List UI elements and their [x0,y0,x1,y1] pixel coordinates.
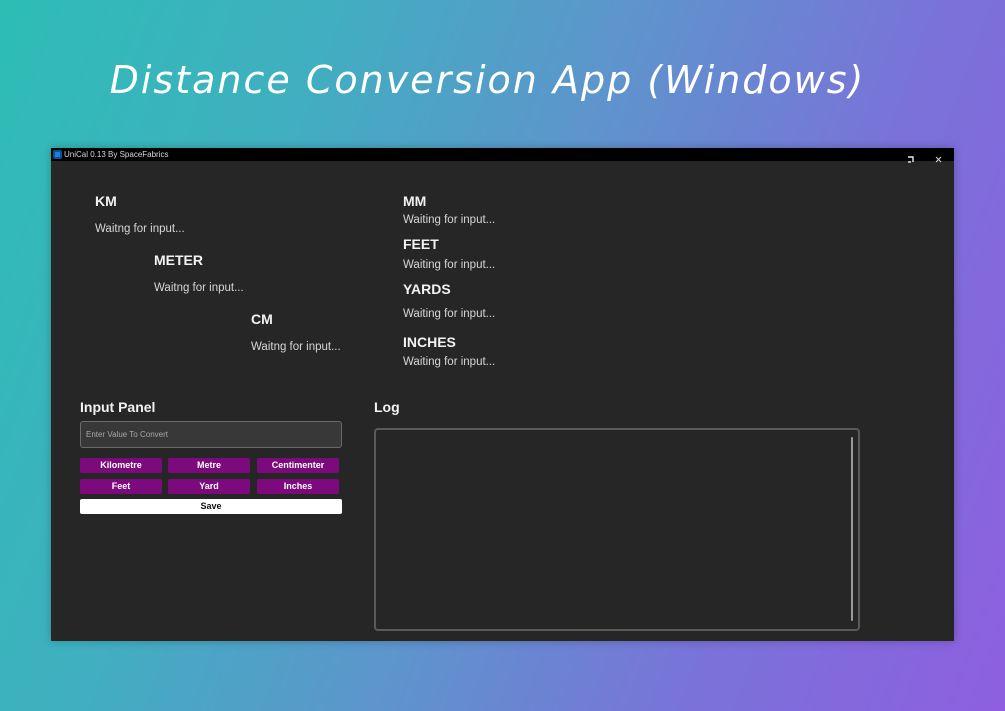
meter-value: Waitng for input... [154,282,244,294]
log-scrollbar[interactable] [851,437,853,621]
app-icon [53,150,62,159]
close-icon[interactable] [935,150,942,163]
title-bar[interactable]: UniCal 0.13 By SpaceFabrics [51,148,954,163]
mm-value: Waiting for input... [403,214,496,226]
kilometre-button[interactable]: Kilometre [80,458,162,473]
app-window: UniCal 0.13 By SpaceFabrics KM Waitng fo… [51,148,954,641]
log-textbox[interactable] [374,428,860,631]
mm-label: MM [403,193,427,209]
yards-value: Waiting for input... [403,308,496,320]
log-title: Log [374,399,400,415]
value-input[interactable] [80,421,342,448]
centimeter-button[interactable]: Centimenter [257,458,339,473]
metre-button[interactable]: Metre [168,458,250,473]
inches-button[interactable]: Inches [257,479,339,494]
feet-value: Waiting for input... [403,259,496,271]
yard-button[interactable]: Yard [168,479,250,494]
yards-label: YARDS [403,281,451,297]
meter-label: METER [154,252,203,268]
feet-label: FEET [403,236,439,252]
window-title: UniCal 0.13 By SpaceFabrics [64,150,169,159]
cm-value: Waitng for input... [251,341,341,353]
save-button[interactable]: Save [80,499,342,514]
restore-icon[interactable] [907,150,914,163]
input-panel-title: Input Panel [80,399,156,415]
cm-label: CM [251,311,273,327]
km-value: Waitng for input... [95,223,185,235]
inches-value: Waiting for input... [403,356,496,368]
inches-label: INCHES [403,334,456,350]
km-label: KM [95,193,117,209]
feet-button[interactable]: Feet [80,479,162,494]
banner-title: Distance Conversion App (Windows) [109,58,866,102]
